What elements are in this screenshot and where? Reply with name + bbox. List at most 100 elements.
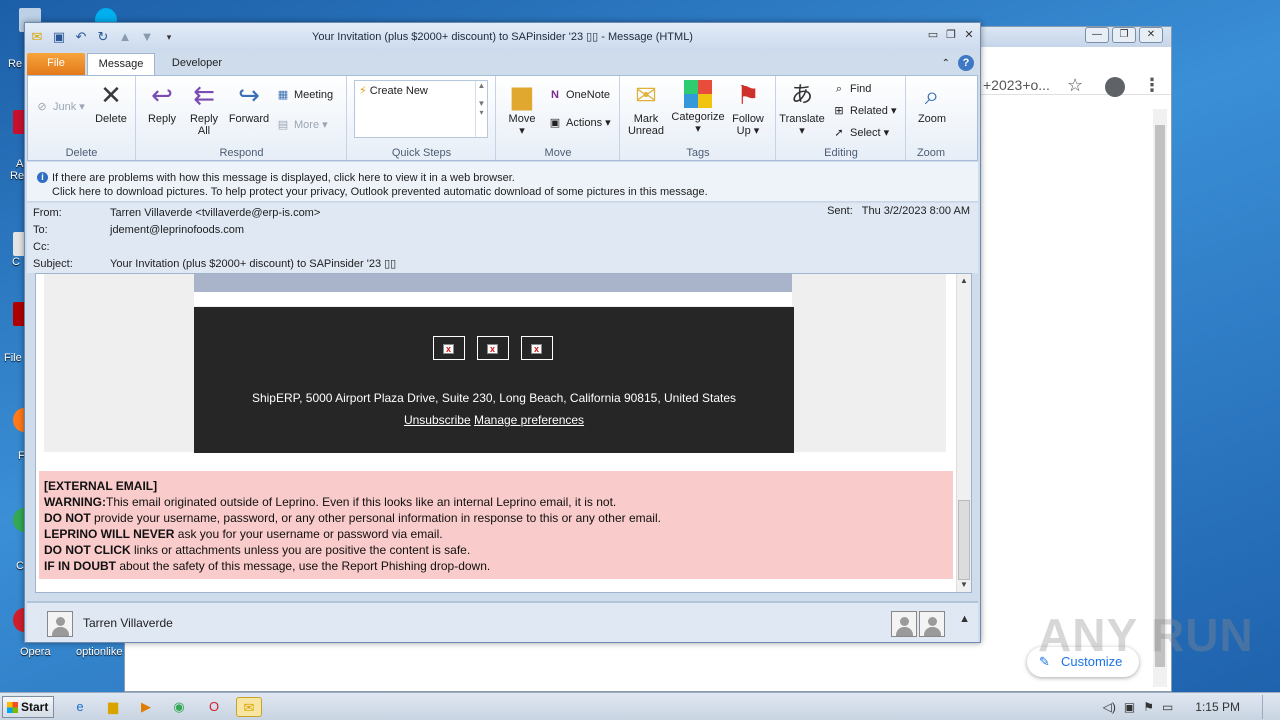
media-player-icon[interactable]: ▶ [136,697,156,717]
mark-unread-button[interactable]: ✉ Mark Unread [623,80,669,137]
social-image-placeholder-1[interactable]: x [433,336,465,360]
menu-dots-icon[interactable]: ⋮ [1143,75,1161,96]
tab-developer[interactable]: Developer [161,53,233,75]
quick-steps-gallery[interactable]: ⚡ Create New ▲ ▼ ▾ [354,80,488,138]
select-button[interactable]: ➚ Select ▾ [831,124,889,142]
group-editing: あ Translate ▾ ⌕ Find ⊞ Related ▾ ➚ Select ▾ … [777,76,906,160]
forward-button[interactable]: ↪ Forward [226,80,272,125]
close-icon[interactable]: ✕ [1139,27,1163,43]
action-center-flag-icon[interactable]: ⚑ [1143,700,1154,714]
email-spacer [194,292,792,306]
network-icon[interactable]: ▣ [1124,700,1135,714]
expand-people-pane-icon[interactable]: ▲ [959,613,970,625]
minimize-ribbon-icon[interactable]: ⌃ [942,58,950,69]
warning-bold: LEPRINO WILL NEVER [44,527,175,541]
scroll-thumb[interactable] [958,500,970,580]
folder-move-icon: ▆ [512,80,532,110]
follow-up-button[interactable]: ⚑ Follow Up ▾ [725,80,771,137]
outlook-taskbar-icon[interactable]: ✉ [236,697,262,717]
start-button[interactable]: Start [2,696,54,718]
scroll-up-icon[interactable]: ▲ [957,274,971,288]
desktop-label: Opera [20,646,51,658]
message-scrollbar[interactable]: ▲ ▼ [956,274,971,592]
meeting-icon: ▦ [277,89,289,101]
find-button[interactable]: ⌕ Find [831,80,872,98]
power-icon[interactable]: ▭ [1162,700,1173,714]
ribbon: ⊘ Junk ▾ ✕ Delete Delete ↩ Reply ⇇ Reply … [27,75,978,161]
desktop-label: Re [8,58,23,70]
file-explorer-icon[interactable]: ▆ [103,697,123,717]
scroll-down-icon[interactable]: ▼ [957,578,971,592]
zoom-button[interactable]: ⌕ Zoom [909,80,955,125]
to-label: To: [33,224,48,236]
warning-line: IF IN DOUBT about the safety of this mes… [44,558,953,574]
related-icon: ⊞ [834,105,844,117]
forward-icon: ↪ [238,80,260,110]
tab-message[interactable]: Message [87,53,155,75]
move-button[interactable]: ▆ Move ▾ [499,80,545,137]
related-button[interactable]: ⊞ Related ▾ [831,102,896,120]
actions-button[interactable]: ▣ Actions ▾ [547,114,611,132]
system-tray: ◁) ▣ ⚑ ▭ 1:15 PM [1103,693,1280,720]
minimize-icon[interactable]: — [1085,27,1109,43]
reply-label: Reply [147,113,177,125]
warning-text: links or attachments unless you are posi… [130,543,471,557]
onenote-button[interactable]: N OneNote [547,86,610,104]
subject-row: Subject: Your Invitation (plus $2000+ di… [33,256,978,272]
address-bar[interactable]: +2023+o... [983,77,1050,93]
minimize-icon[interactable]: ▭ [926,28,940,42]
browser-scrollbar[interactable] [1153,109,1167,687]
group-label: Delete [65,147,98,159]
chrome-icon[interactable]: ◉ [169,697,189,717]
categorize-button[interactable]: Categorize ▾ [669,80,727,135]
sent-value: Thu 3/2/2023 8:00 AM [861,205,970,217]
meeting-button[interactable]: ▦ Meeting [275,86,333,104]
find-label: Find [850,83,872,95]
help-icon[interactable]: ? [958,55,974,71]
clock[interactable]: 1:15 PM [1195,700,1240,714]
delete-button[interactable]: ✕ Delete [88,80,134,125]
account-icon[interactable] [1105,77,1125,97]
social-image-placeholder-2[interactable]: x [477,336,509,360]
social-image-placeholder-3[interactable]: x [521,336,553,360]
related-label: Related [850,105,888,117]
more-button[interactable]: ▤ More ▾ [275,116,328,134]
from-value[interactable]: Tarren Villaverde <tvillaverde@erp-is.co… [110,205,320,221]
internet-explorer-icon[interactable]: e [70,697,90,717]
junk-button[interactable]: ⊘ Junk ▾ [34,98,84,116]
info-line-pictures[interactable]: Click here to download pictures. To help… [52,185,978,199]
contact-avatar[interactable] [891,611,917,637]
speaker-icon[interactable]: ◁) [1103,700,1116,714]
create-new-quick-step[interactable]: ⚡ Create New [359,84,428,97]
browser-window-controls: — ❐ ✕ [1085,27,1163,43]
tab-file[interactable]: File [27,53,85,75]
translate-button[interactable]: あ Translate ▾ [779,80,825,137]
reply-all-button[interactable]: ⇇ Reply All [181,80,227,137]
broken-image-icon: x [487,344,498,354]
warning-text: about the safety of this message, use th… [116,559,491,573]
to-value[interactable]: jdement@leprinofoods.com [110,222,244,238]
info-bar[interactable]: i If there are problems with how this me… [27,162,978,202]
unsubscribe-link[interactable]: Unsubscribe [404,413,471,427]
close-icon[interactable]: ✕ [962,28,976,42]
show-desktop-icon[interactable] [1262,695,1272,719]
outlook-message-window: ✉ ▣ ↶ ↻ ▲ ▼ ▾ Your Invitation (plus $200… [24,22,981,643]
sender-avatar[interactable] [47,611,73,637]
reply-all-label-1: Reply [189,113,219,125]
actions-label: Actions [566,117,603,129]
contact-avatar[interactable] [919,611,945,637]
move-label: Move [508,113,536,125]
maximize-icon[interactable]: ❐ [944,28,958,42]
info-line-browser[interactable]: If there are problems with how this mess… [52,171,978,185]
warning-line: [EXTERNAL EMAIL] [44,478,953,494]
restore-icon[interactable]: ❐ [1112,27,1136,43]
people-pane-name[interactable]: Tarren Villaverde [83,616,173,630]
opera-icon[interactable]: O [204,697,224,717]
junk-label: Junk [53,101,77,113]
reply-button[interactable]: ↩ Reply [139,80,185,125]
create-new-label: Create New [369,85,428,97]
broken-image-icon: x [443,344,454,354]
manage-preferences-link[interactable]: Manage preferences [474,413,584,427]
quick-steps-scroll[interactable]: ▲ ▼ ▾ [475,81,487,137]
bookmark-star-icon[interactable]: ☆ [1067,75,1083,96]
